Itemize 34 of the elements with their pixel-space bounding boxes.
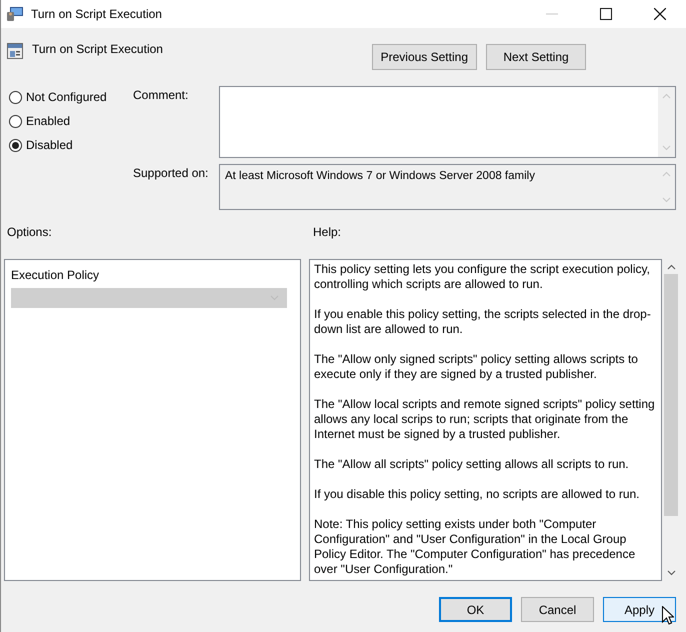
options-label: Options:: [7, 225, 53, 241]
dialog-button[interactable]: Apply: [603, 597, 676, 622]
computer-icon: [7, 7, 23, 21]
scrollbar-thumb[interactable]: [664, 274, 678, 516]
field-label: Execution Policy: [11, 268, 100, 282]
help-paragraph: Note: This policy setting exists under both "Computer Configuration" and "User Configuration" in the Local Group Policy Editor. The "Computer Configuration" has precedence over "User Configuration.": [314, 517, 636, 577]
scroll-down-icon[interactable]: [666, 570, 676, 576]
scroll-up-icon[interactable]: [666, 264, 676, 270]
policy-icon: [7, 43, 23, 59]
dialog-button[interactable]: OK: [439, 597, 512, 622]
window-title: Turn on Script Execution: [31, 7, 162, 21]
comment-label: Comment:: [133, 87, 190, 104]
radio-label: Not Configured: [26, 90, 107, 104]
maximize-icon[interactable]: [600, 8, 612, 20]
supported-on-text: At least Microsoft Windows 7 or Windows Server 2008 family: [224, 169, 536, 184]
supported-on-label: Supported on:: [133, 165, 210, 182]
help-paragraph: This policy setting lets you configure the script execution policy, controlling which scripts are allowed to run.: [314, 262, 651, 292]
nav-button[interactable]: Next Setting: [486, 44, 586, 70]
help-paragraph: If you disable this policy setting, no scripts are allowed to run.: [314, 487, 640, 502]
radio-label: Disabled: [26, 138, 73, 152]
help-paragraph: The "Allow all scripts" policy setting allows all scripts to run.: [314, 457, 630, 472]
radio-button[interactable]: [9, 114, 22, 128]
radio-label: Enabled: [26, 114, 70, 128]
nav-button[interactable]: Previous Setting: [372, 44, 477, 70]
mouse-pointer-icon: [662, 606, 674, 625]
radio-button[interactable]: [9, 138, 22, 152]
help-paragraph: The "Allow local scripts and remote signed scripts" policy setting allows any local scrips to run; scripts that originate from the Internet must be signed by a trusted publisher.: [314, 397, 656, 442]
radio-button[interactable]: [9, 90, 22, 104]
dialog-button[interactable]: Cancel: [521, 597, 594, 622]
help-paragraph: The "Allow only signed scripts" policy setting allows scripts to execute only if they are signed by a trusted publisher.: [314, 352, 639, 382]
help-label: Help:: [313, 225, 342, 241]
close-icon[interactable]: [654, 8, 666, 20]
policy-name: Turn on Script Execution: [32, 42, 163, 56]
help-paragraph: If you enable this policy setting, the scripts selected in the drop-down list are allowed to run.: [314, 307, 652, 337]
